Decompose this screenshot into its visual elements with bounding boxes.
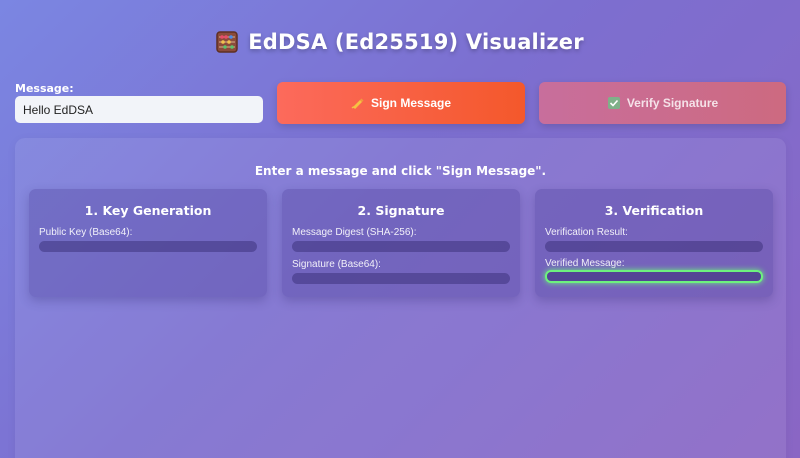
sign-message-button[interactable]: Sign Message (277, 82, 525, 124)
abacus-icon (216, 31, 238, 53)
message-digest-output (292, 241, 510, 252)
card-title: 1. Key Generation (84, 203, 212, 218)
public-key-label: Public Key (Base64): (39, 227, 133, 238)
status-message: Enter a message and click "Sign Message"… (254, 164, 547, 178)
key-generation-card: 1. Key Generation Public Key (Base64): (29, 189, 267, 297)
controls-row: Message: Sign Message Verify Signature (15, 82, 786, 124)
message-input[interactable] (15, 96, 263, 123)
page-title: EdDSA (Ed25519) Visualizer (248, 30, 584, 54)
public-key-output (39, 241, 257, 252)
card-title: 2. Signature (357, 203, 445, 218)
writing-hand-icon (351, 98, 364, 109)
verification-card: 3. Verification Verification Result: Ver… (535, 189, 773, 297)
verification-result-output (545, 241, 763, 252)
check-box-icon (607, 97, 620, 109)
verify-signature-label: Verify Signature (626, 96, 719, 110)
card-title: 3. Verification (604, 203, 704, 218)
message-label: Message: (15, 82, 74, 95)
message-digest-label: Message Digest (SHA-256): (292, 227, 417, 238)
verified-message-output (545, 270, 763, 283)
signature-card: 2. Signature Message Digest (SHA-256): S… (282, 189, 520, 297)
signature-output (292, 273, 510, 284)
verified-message-label: Verified Message: (545, 258, 625, 269)
sign-message-label: Sign Message (370, 96, 452, 110)
signature-label: Signature (Base64): (292, 259, 381, 270)
message-group: Message: (15, 82, 263, 123)
verify-signature-button[interactable]: Verify Signature (539, 82, 786, 124)
visualizer-panel: Enter a message and click "Sign Message"… (15, 138, 786, 458)
page-header: EdDSA (Ed25519) Visualizer (0, 30, 800, 54)
verification-result-label: Verification Result: (545, 227, 628, 238)
